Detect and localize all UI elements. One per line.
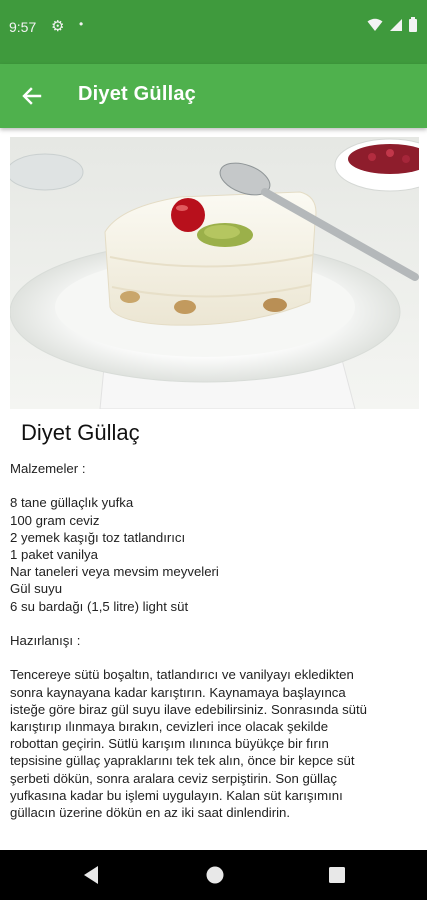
- recipe-title: Diyet Güllaç: [21, 420, 140, 445]
- preparation-line: karıştırıp ılınmaya bırakın, cevizleri i…: [10, 719, 329, 734]
- ingredient-item: Gül suyu: [10, 581, 63, 597]
- recents-square-icon[interactable]: [328, 865, 346, 885]
- ingredient-item: 8 tane güllaçlık yufka: [10, 495, 134, 511]
- status-time: 9:57: [9, 19, 37, 35]
- ingredient-item: 1 paket vanilya: [10, 547, 98, 562]
- ingredient-item: 6 su bardağı (1,5 litre) light süt: [10, 598, 189, 614]
- preparation-line: yufkasına kadar bu işlemi uygulayın. Kal…: [10, 787, 343, 803]
- preparation-heading: Hazırlanışı :: [10, 633, 81, 648]
- preparation-line: isteğe göre biraz gül suyu ilave edebili…: [10, 701, 367, 717]
- home-circle-icon[interactable]: [205, 865, 225, 885]
- battery-icon: [409, 17, 417, 32]
- navigation-bar: [0, 850, 427, 900]
- recipe-image: [10, 137, 419, 409]
- back-triangle-icon[interactable]: [82, 865, 100, 885]
- preparation-line: şerbeti dökün, sonra aralara ceviz serpi…: [10, 770, 337, 786]
- preparation-line: robottan geçirin. Sütlü karışım ılınınca…: [10, 736, 329, 752]
- wifi-icon: [367, 18, 383, 31]
- ingredients-heading: Malzemeler :: [10, 461, 86, 476]
- status-icons: [367, 17, 417, 32]
- status-bar: 9:57 ⚙ •: [0, 0, 427, 64]
- preparation-line: tepsisine güllaç yapraklarını tek tek al…: [10, 753, 355, 769]
- preparation-line: sonra kaynayana kadar karıştırın. Kaynam…: [10, 684, 346, 700]
- arrow-back-icon: [22, 87, 42, 105]
- recipe-body: Malzemeler : 8 tane güllaçlık yufka 100 …: [10, 460, 420, 821]
- ingredient-item: Nar taneleri veya mevsim meyveleri: [10, 564, 219, 580]
- app-title: Diyet Güllaç: [78, 83, 196, 105]
- signal-icon: [390, 18, 402, 31]
- back-button[interactable]: [18, 82, 46, 110]
- ingredient-item: 2 yemek kaşığı toz tatlandırıcı: [10, 529, 186, 545]
- ingredient-item: 100 gram ceviz: [10, 512, 100, 528]
- gear-icon: ⚙: [51, 18, 65, 35]
- dot-icon: •: [79, 17, 84, 31]
- app-bar: Diyet Güllaç: [0, 64, 427, 128]
- preparation-line: Tencereye sütü boşaltın, tatlandırıcı ve…: [10, 667, 354, 683]
- preparation-line: güllacın üzerine dökün en az iki saat di…: [10, 805, 291, 821]
